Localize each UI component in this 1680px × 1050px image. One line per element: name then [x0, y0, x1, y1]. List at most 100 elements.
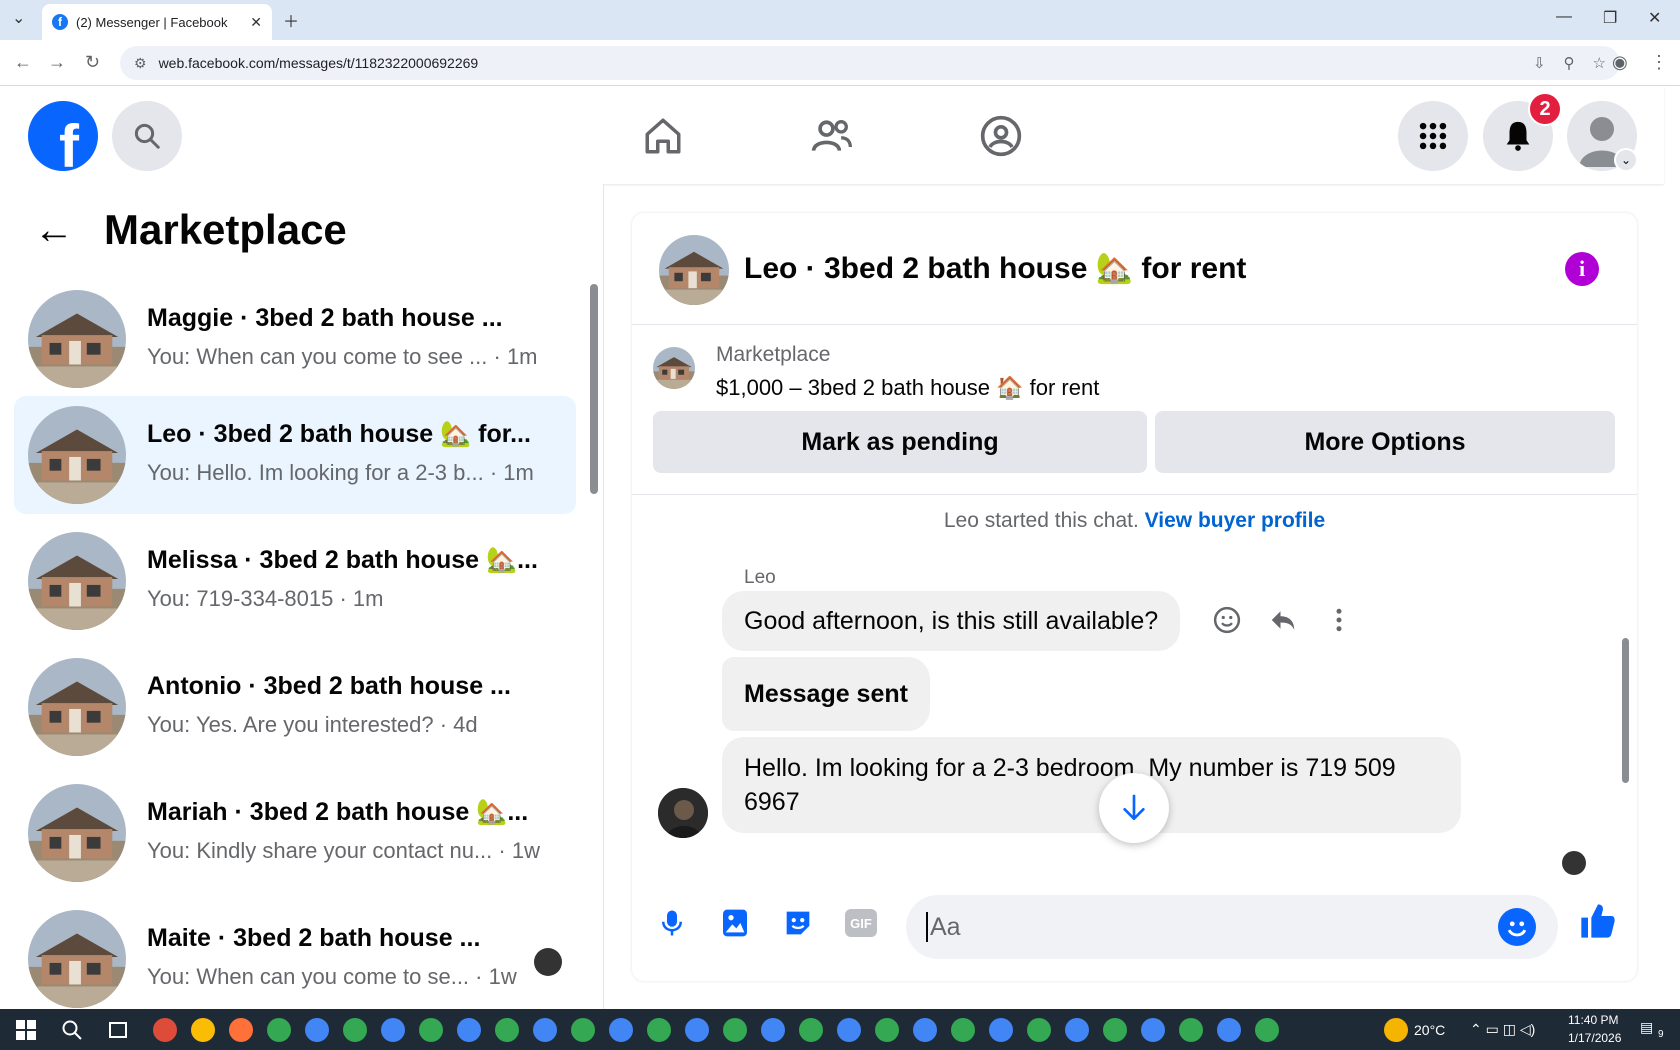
- chrome-profile-icon[interactable]: [495, 1018, 519, 1042]
- windows-start-icon[interactable]: [14, 1018, 38, 1042]
- zoom-icon[interactable]: ⚲: [1564, 54, 1575, 72]
- install-icon[interactable]: ⇩: [1533, 54, 1546, 72]
- friends-nav-icon[interactable]: [810, 114, 854, 158]
- notification-center-icon[interactable]: ▤: [1640, 1019, 1653, 1036]
- listing-thumbnail: [28, 290, 126, 388]
- conversation-name: Maite · 3bed 2 bath house ...: [147, 924, 481, 952]
- chrome-profile-icon[interactable]: [1027, 1018, 1051, 1042]
- restore-icon[interactable]: ❐: [1603, 8, 1617, 28]
- chrome-profile-icon[interactable]: [761, 1018, 785, 1042]
- groups-nav-icon[interactable]: [979, 114, 1023, 158]
- chrome-profile-icon[interactable]: [343, 1018, 367, 1042]
- chrome-profile-icon[interactable]: [647, 1018, 671, 1042]
- back-icon[interactable]: ←: [14, 52, 32, 73]
- site-info-icon[interactable]: ⚙: [134, 55, 147, 72]
- info-icon[interactable]: i: [1565, 252, 1599, 286]
- chrome-profile-icon[interactable]: [457, 1018, 481, 1042]
- reply-icon[interactable]: [1268, 605, 1298, 635]
- conversation-list-scrollbar[interactable]: [590, 284, 598, 494]
- weather-icon[interactable]: [1384, 1018, 1408, 1042]
- minimize-icon[interactable]: —: [1556, 8, 1572, 26]
- firefox-icon[interactable]: [229, 1018, 253, 1042]
- marketplace-label: Marketplace: [716, 343, 831, 366]
- scroll-to-bottom-button[interactable]: [1099, 773, 1169, 843]
- message-bubble[interactable]: Message sent: [722, 657, 930, 731]
- leo-avatar[interactable]: [658, 788, 708, 838]
- more-actions-icon[interactable]: [1324, 605, 1354, 635]
- chrome-profile-icon[interactable]: [571, 1018, 595, 1042]
- taskbar-date: 1/17/2026: [1568, 1031, 1622, 1045]
- tray-icons[interactable]: ⌃ ▭ ◫ ◁): [1470, 1021, 1535, 1038]
- facebook-logo-icon[interactable]: f: [28, 101, 98, 171]
- listing-thumbnail: [28, 406, 126, 504]
- menu-grid-button[interactable]: [1398, 101, 1468, 171]
- chrome-profile-icon[interactable]: [1141, 1018, 1165, 1042]
- chevron-down-icon[interactable]: ⌄: [1614, 148, 1638, 172]
- chrome-profile-icon[interactable]: [533, 1018, 557, 1042]
- sticker-icon[interactable]: [780, 905, 816, 941]
- chrome-profile-icon[interactable]: [1217, 1018, 1241, 1042]
- conversation-snippet: You: 719-334-8015 · 1m: [147, 586, 384, 611]
- conversation-list-pane: ← Marketplace Maggie · 3bed 2 bath house…: [0, 184, 604, 1009]
- chrome-profile-icon[interactable]: [1179, 1018, 1203, 1042]
- chrome-profile-icon[interactable]: [1065, 1018, 1089, 1042]
- conversation-item-maggie[interactable]: Maggie · 3bed 2 bath house ... You: When…: [14, 280, 576, 398]
- chat-title[interactable]: Leo · 3bed 2 bath house 🏡 for rent: [744, 251, 1246, 286]
- chrome-profile-icon[interactable]: [951, 1018, 975, 1042]
- chrome-profile-icon[interactable]: [305, 1018, 329, 1042]
- chrome-profile-icon[interactable]: [685, 1018, 709, 1042]
- conversation-item-leo[interactable]: Leo · 3bed 2 bath house 🏡 for... You: He…: [14, 396, 576, 514]
- chrome-profile-icon[interactable]: [1103, 1018, 1127, 1042]
- task-view-icon[interactable]: [106, 1018, 130, 1042]
- close-window-icon[interactable]: ✕: [1648, 8, 1661, 28]
- conversation-item-antonio[interactable]: Antonio · 3bed 2 bath house ... You: Yes…: [14, 648, 576, 766]
- browser-menu-icon[interactable]: ⋮: [1650, 52, 1668, 73]
- url-bar[interactable]: ⚙ web.facebook.com/messages/t/1182322000…: [120, 46, 1620, 80]
- home-nav-icon[interactable]: [641, 114, 685, 158]
- forward-icon[interactable]: →: [48, 52, 66, 73]
- chrome-profile-icon[interactable]: [1255, 1018, 1279, 1042]
- new-tab-icon[interactable]: ＋: [283, 8, 299, 32]
- conversation-item-maite[interactable]: Maite · 3bed 2 bath house ... You: When …: [14, 900, 576, 1018]
- close-tab-icon[interactable]: ✕: [250, 14, 262, 31]
- chrome-profile-icon[interactable]: [381, 1018, 405, 1042]
- message-input[interactable]: Aa: [906, 895, 1558, 959]
- reload-icon[interactable]: ↻: [85, 52, 100, 73]
- react-emoji-icon[interactable]: [1212, 605, 1242, 635]
- taskbar-search-icon[interactable]: [60, 1018, 84, 1042]
- more-options-button[interactable]: More Options: [1155, 411, 1615, 473]
- chrome-profile-icon[interactable]: [799, 1018, 823, 1042]
- chrome-profile-icon[interactable]: [989, 1018, 1013, 1042]
- gif-icon[interactable]: GIF: [843, 905, 879, 941]
- listing-title[interactable]: $1,000 – 3bed 2 bath house 🏠 for rent: [716, 375, 1099, 401]
- profile-icon[interactable]: ◉: [1612, 52, 1628, 73]
- photo-icon[interactable]: [717, 905, 753, 941]
- conversation-item-mariah[interactable]: Mariah · 3bed 2 bath house 🏡... You: Kin…: [14, 774, 576, 892]
- search-button[interactable]: [112, 101, 182, 171]
- chat-thumbnail[interactable]: [659, 235, 729, 305]
- like-thumb-icon[interactable]: [1578, 899, 1618, 943]
- chrome-profile-icon[interactable]: [419, 1018, 443, 1042]
- emoji-icon[interactable]: [1498, 908, 1536, 946]
- back-arrow-icon[interactable]: ←: [34, 208, 74, 253]
- mark-as-pending-button[interactable]: Mark as pending: [653, 411, 1147, 473]
- chat-scrollbar[interactable]: [1622, 638, 1629, 783]
- chrome-icon[interactable]: [191, 1018, 215, 1042]
- listing-thumbnail[interactable]: [653, 347, 695, 389]
- chrome-profile-icon[interactable]: [609, 1018, 633, 1042]
- taskbar-app-icon[interactable]: [153, 1018, 177, 1042]
- chrome-profile-icon[interactable]: [723, 1018, 747, 1042]
- message-bubble[interactable]: Good afternoon, is this still available?: [722, 591, 1181, 651]
- browser-tab[interactable]: f (2) Messenger | Facebook ✕: [42, 4, 272, 40]
- message-composer: GIF Aa: [632, 875, 1637, 981]
- conversation-item-melissa[interactable]: Melissa · 3bed 2 bath house 🏡... You: 71…: [14, 522, 576, 640]
- chrome-profile-icon[interactable]: [875, 1018, 899, 1042]
- chrome-profile-icon[interactable]: [913, 1018, 937, 1042]
- view-buyer-profile-link[interactable]: View buyer profile: [1145, 509, 1326, 532]
- microphone-icon[interactable]: [654, 905, 690, 941]
- message-bubble[interactable]: Hello. Im looking for a 2-3 bedroom. My …: [722, 737, 1461, 833]
- chrome-profile-icon[interactable]: [837, 1018, 861, 1042]
- bookmark-star-icon[interactable]: ☆: [1593, 54, 1606, 72]
- chrome-profile-icon[interactable]: [267, 1018, 291, 1042]
- tab-list-icon[interactable]: ⌄: [12, 8, 25, 28]
